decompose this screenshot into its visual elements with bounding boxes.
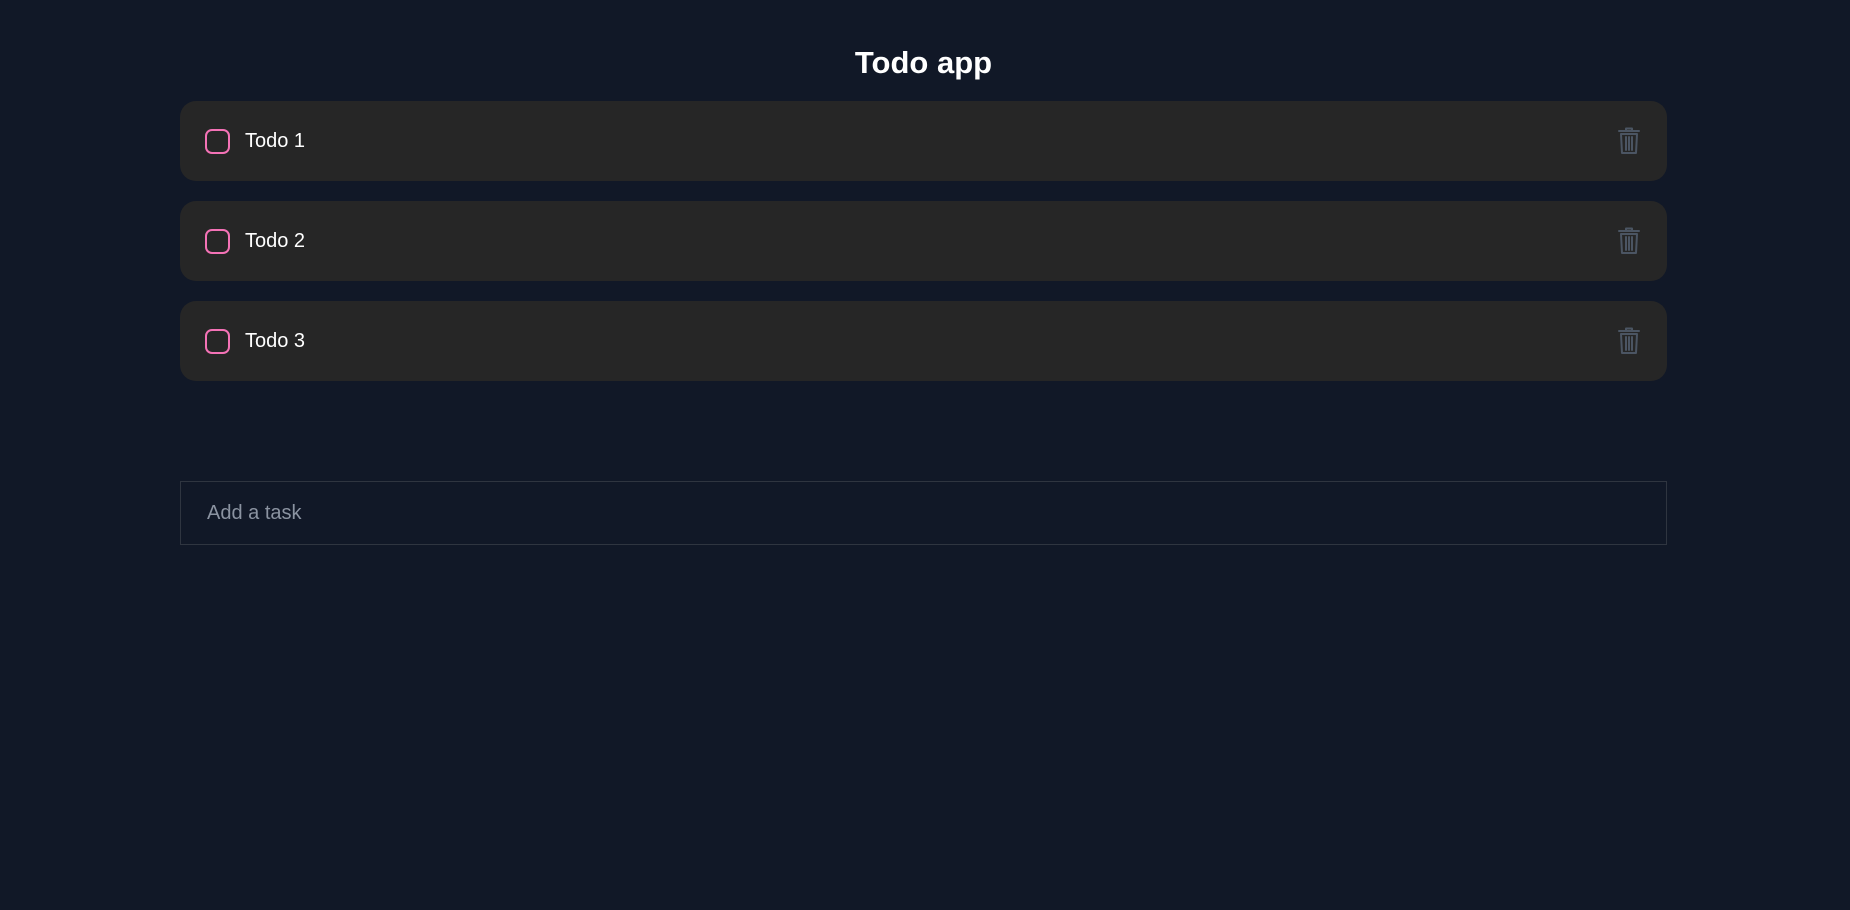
todo-label: Todo 1	[245, 129, 306, 152]
todo-list: Todo 1 Todo 2 Todo 3	[180, 101, 1667, 381]
delete-todo-button[interactable]	[1615, 326, 1643, 356]
add-task-input[interactable]	[180, 481, 1667, 545]
todo-label: Todo 2	[245, 229, 306, 252]
delete-todo-button[interactable]	[1615, 126, 1643, 156]
todo-app: Todo app Todo 1 Todo 2 Todo 3 Add a task	[180, 0, 1667, 545]
delete-todo-button[interactable]	[1615, 226, 1643, 256]
trash-icon	[1618, 327, 1640, 354]
checkbox-icon[interactable]	[205, 228, 230, 254]
todo-item-1: Todo 1	[180, 101, 1667, 181]
checkbox-icon[interactable]	[205, 328, 230, 354]
trash-icon	[1618, 227, 1640, 254]
todo-item-3: Todo 3	[180, 301, 1667, 381]
trash-icon	[1618, 127, 1640, 154]
todo-item-2: Todo 2	[180, 201, 1667, 281]
checkbox-icon[interactable]	[205, 128, 230, 154]
todo-label: Todo 3	[245, 329, 306, 352]
page-title: Todo app	[854, 45, 993, 80]
